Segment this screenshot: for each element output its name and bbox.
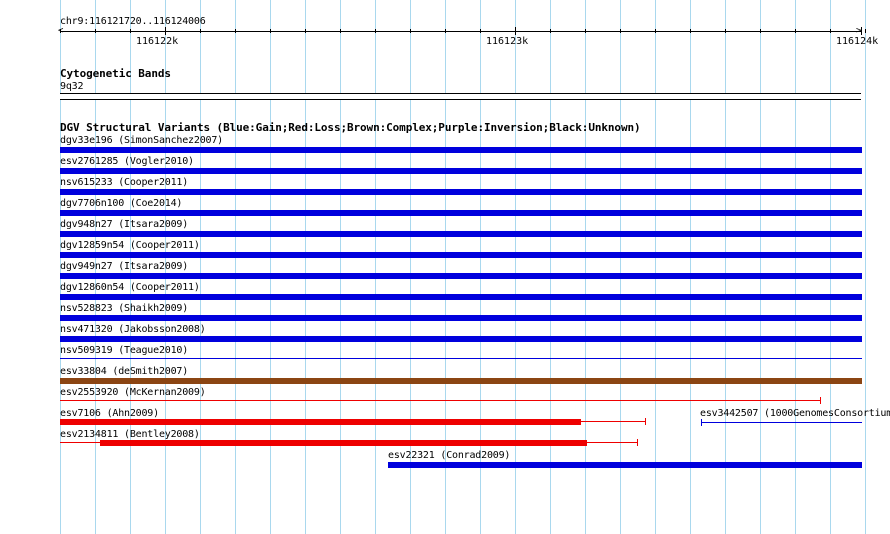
feature-end-cap	[645, 418, 646, 425]
grid-line	[865, 0, 866, 534]
feature-start-cap	[701, 419, 702, 426]
ruler-tick	[60, 29, 61, 33]
ruler-tick	[795, 29, 796, 33]
feature-bar-gain[interactable]	[60, 210, 862, 216]
ruler-tick	[130, 29, 131, 33]
ruler-tick	[865, 29, 866, 33]
ruler-tick	[550, 29, 551, 33]
feature-line-loss[interactable]	[60, 400, 821, 401]
feature-bar-gain[interactable]	[60, 231, 862, 237]
ruler-tick	[235, 29, 236, 33]
grid-line	[235, 0, 236, 534]
ruler-label-116123k: 116123k	[486, 36, 529, 47]
feature-label[interactable]: esv22321 (Conrad2009)	[388, 450, 510, 461]
ruler-tick	[725, 29, 726, 33]
feature-bar-loss[interactable]	[100, 440, 587, 446]
grid-line	[585, 0, 586, 534]
ruler-tick	[515, 27, 516, 35]
ruler-label-116124k: 116124k	[836, 36, 879, 47]
feature-label[interactable]: esv3442507 (1000GenomesConsortium	[700, 408, 890, 419]
ruler-tick	[95, 29, 96, 33]
feature-label[interactable]: nsv528823 (Shaikh2009)	[60, 303, 188, 314]
feature-label[interactable]: dgv7706n100 (Coe2014)	[60, 198, 182, 209]
feature-label[interactable]: esv33804 (deSmith2007)	[60, 366, 188, 377]
ruler-tick	[585, 29, 586, 33]
ruler-tick	[340, 29, 341, 33]
feature-bar-gain[interactable]	[60, 168, 862, 174]
ruler-tick	[410, 29, 411, 33]
feature-label[interactable]: dgv948n27 (Itsara2009)	[60, 219, 188, 230]
feature-bar-gain[interactable]	[60, 294, 862, 300]
ruler-tick	[480, 29, 481, 33]
ruler-tick	[270, 29, 271, 33]
ruler-tick	[165, 27, 166, 35]
feature-label[interactable]: esv2553920 (McKernan2009)	[60, 387, 206, 398]
feature-label[interactable]: dgv33e196 (SimonSanchez2007)	[60, 135, 223, 146]
ruler-axis	[60, 31, 861, 32]
grid-line	[550, 0, 551, 534]
feature-label[interactable]: dgv949n27 (Itsara2009)	[60, 261, 188, 272]
grid-line	[620, 0, 621, 534]
feature-label[interactable]: dgv12859n54 (Cooper2011)	[60, 240, 200, 251]
grid-line	[725, 0, 726, 534]
feature-bar-gain[interactable]	[60, 147, 862, 153]
feature-bar-gain[interactable]	[60, 273, 862, 279]
feature-line-gain[interactable]	[60, 358, 862, 359]
ruler-tick	[375, 29, 376, 33]
grid-line	[515, 0, 516, 534]
ruler-tick	[445, 29, 446, 33]
grid-line	[690, 0, 691, 534]
cytoband-track-title[interactable]: Cytogenetic Bands	[60, 68, 171, 80]
grid-line	[340, 0, 341, 534]
grid-line	[830, 0, 831, 534]
feature-bar-gain[interactable]	[60, 252, 862, 258]
feature-bar-gain[interactable]	[60, 336, 862, 342]
feature-line-gain[interactable]	[701, 422, 862, 423]
feature-end-cap	[820, 397, 821, 404]
grid-line	[795, 0, 796, 534]
grid-line	[375, 0, 376, 534]
feature-bar-loss[interactable]	[60, 419, 581, 425]
feature-label[interactable]: nsv509319 (Teague2010)	[60, 345, 188, 356]
feature-label[interactable]: dgv12860n54 (Cooper2011)	[60, 282, 200, 293]
cytoband-bar[interactable]	[60, 93, 861, 100]
feature-label[interactable]: esv2134811 (Bentley2008)	[60, 429, 200, 440]
ruler-tick	[690, 29, 691, 33]
feature-bar-complex[interactable]	[60, 378, 862, 384]
grid-line	[760, 0, 761, 534]
ruler-tick	[200, 29, 201, 33]
feature-label[interactable]: esv7106 (Ahn2009)	[60, 408, 159, 419]
dgv-track-title[interactable]: DGV Structural Variants (Blue:Gain;Red:L…	[60, 122, 641, 134]
genome-browser-canvas: chr9:116121720..116124006 < > 116122k 11…	[0, 0, 890, 534]
feature-bar-gain[interactable]	[60, 315, 862, 321]
feature-bar-gain[interactable]	[60, 189, 862, 195]
ruler-tick	[620, 29, 621, 33]
ruler-tick	[655, 29, 656, 33]
grid-line	[655, 0, 656, 534]
feature-label[interactable]: esv2761285 (Vogler2010)	[60, 156, 194, 167]
ruler-tick	[861, 27, 862, 35]
ruler-label-116122k: 116122k	[136, 36, 179, 47]
ruler-tick	[760, 29, 761, 33]
grid-line	[200, 0, 201, 534]
feature-label[interactable]: nsv615233 (Cooper2011)	[60, 177, 188, 188]
feature-end-cap	[637, 439, 638, 446]
region-label: chr9:116121720..116124006	[60, 16, 206, 27]
cytoband-band-label: 9q32	[60, 81, 84, 92]
ruler-tick	[830, 29, 831, 33]
feature-label[interactable]: nsv471320 (Jakobsson2008)	[60, 324, 206, 335]
grid-line	[305, 0, 306, 534]
grid-line	[270, 0, 271, 534]
feature-bar-gain[interactable]	[388, 462, 862, 468]
ruler-tick	[305, 29, 306, 33]
